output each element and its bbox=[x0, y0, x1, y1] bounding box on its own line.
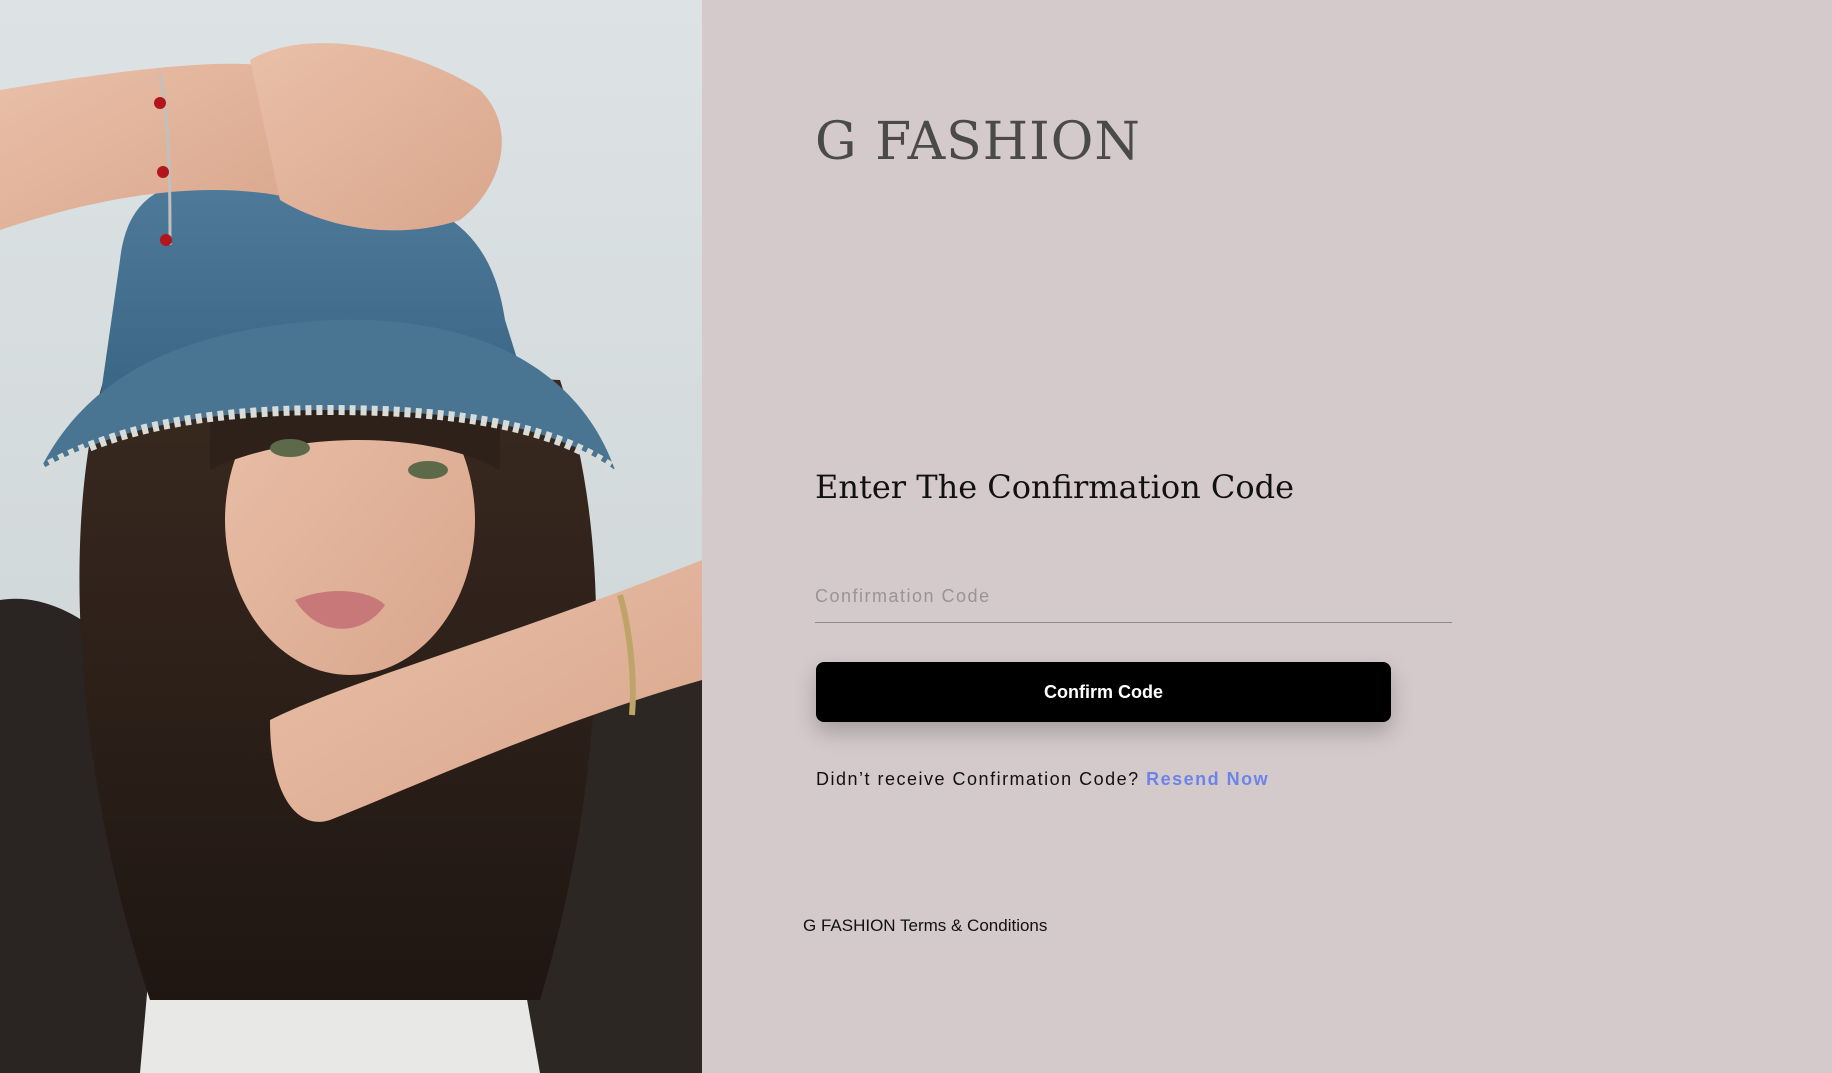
confirmation-code-field bbox=[815, 576, 1452, 623]
login-page: G FASHION Enter The Confirmation Code Co… bbox=[0, 0, 1832, 1073]
terms-and-conditions-link[interactable]: G FASHION Terms & Conditions bbox=[803, 916, 1047, 936]
resend-now-link[interactable]: Resend Now bbox=[1146, 769, 1269, 789]
brand-title: G FASHION bbox=[815, 112, 1141, 172]
resend-code-prompt: Didn’t receive Confirmation Code? Resend… bbox=[816, 769, 1269, 790]
model-photo-illustration bbox=[0, 0, 702, 1073]
resend-prompt-text: Didn’t receive Confirmation Code? bbox=[816, 769, 1147, 789]
form-heading: Enter The Confirmation Code bbox=[815, 468, 1295, 506]
confirm-code-button[interactable]: Confirm Code bbox=[816, 662, 1391, 722]
hero-photo bbox=[0, 0, 702, 1073]
confirmation-code-input[interactable] bbox=[815, 576, 1452, 616]
